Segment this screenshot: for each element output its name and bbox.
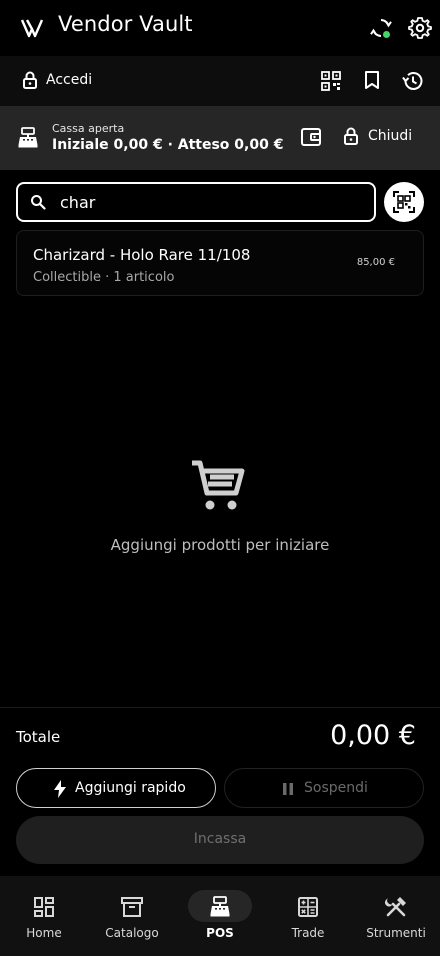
nav-item-trade[interactable]: Trade <box>264 876 352 956</box>
barcode-scan-button[interactable] <box>384 182 424 222</box>
suspend-label: Sospendi <box>304 780 368 796</box>
search-icon <box>31 195 46 210</box>
app-bar: Vendor Vault <box>0 0 440 56</box>
bookmark-icon[interactable] <box>362 70 382 90</box>
lock-icon[interactable] <box>20 70 40 90</box>
nav-item-catalogo[interactable]: Catalogo <box>88 876 176 956</box>
pause-icon <box>283 783 293 795</box>
search-field[interactable] <box>16 182 376 222</box>
login-bar: Accedi <box>0 56 440 106</box>
bolt-icon <box>54 780 66 798</box>
shopping-cart-icon <box>192 460 245 510</box>
dashboard-icon <box>34 897 54 917</box>
empty-cart-message: Aggiungi prodotti per iniziare <box>110 536 330 554</box>
nav-label: POS <box>206 926 234 940</box>
checkout-button[interactable]: Incassa <box>16 816 424 864</box>
register-totals: Iniziale 0,00 € · Atteso 0,00 € <box>52 137 284 153</box>
lock-icon[interactable] <box>342 126 360 146</box>
bottom-navigation: Home Catalogo POS Trade Strumenti <box>0 876 440 956</box>
archive-icon <box>121 897 143 917</box>
cash-register-icon <box>18 127 38 148</box>
total-value: 0,00 € <box>330 720 416 751</box>
nav-label: Catalogo <box>105 926 159 940</box>
product-subtitle: Collectible · 1 articolo <box>33 270 175 285</box>
tools-icon <box>384 897 406 917</box>
qr-scan-icon <box>393 191 415 213</box>
calculator-icon <box>298 897 318 917</box>
product-price: 85,00 € <box>356 257 395 268</box>
wallet-icon[interactable] <box>300 126 322 148</box>
quick-add-label: Aggiungi rapido <box>75 780 186 796</box>
login-link[interactable]: Accedi <box>46 72 92 88</box>
close-register-button[interactable]: Chiudi <box>368 128 412 144</box>
vendor-vault-logo-icon <box>20 19 44 38</box>
register-status-bar: Cassa aperta Iniziale 0,00 € · Atteso 0,… <box>0 106 440 170</box>
checkout-label: Incassa <box>193 831 247 847</box>
nav-item-strumenti[interactable]: Strumenti <box>352 876 440 956</box>
register-status-label: Cassa aperta <box>52 122 125 135</box>
total-label: Totale <box>16 728 61 746</box>
quick-add-button[interactable]: Aggiungi rapido <box>16 768 216 808</box>
app-title: Vendor Vault <box>58 12 193 36</box>
suspend-button[interactable]: Sospendi <box>224 768 424 808</box>
sync-status-dot <box>382 30 391 39</box>
gear-icon[interactable] <box>408 16 432 40</box>
divider <box>0 707 440 708</box>
product-name: Charizard - Holo Rare 11/108 <box>33 246 251 264</box>
cash-register-icon <box>210 896 230 917</box>
nav-label: Home <box>26 926 62 940</box>
nav-item-home[interactable]: Home <box>0 876 88 956</box>
nav-label: Strumenti <box>366 926 426 940</box>
qr-scan-icon[interactable] <box>320 70 342 92</box>
history-icon[interactable] <box>401 69 425 93</box>
nav-label: Trade <box>291 926 325 940</box>
nav-item-pos[interactable]: POS <box>176 876 264 956</box>
search-input[interactable] <box>60 190 360 214</box>
search-result-item[interactable]: Charizard - Holo Rare 11/108 Collectible… <box>16 230 424 296</box>
